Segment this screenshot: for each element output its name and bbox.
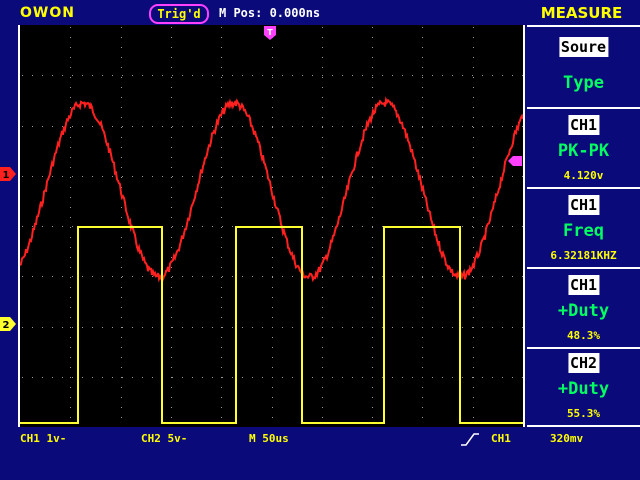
ch2-waveform: [20, 226, 523, 424]
trigger-marker-icon: T: [264, 26, 276, 40]
measurement-slot-4[interactable]: CH2 +Duty 55.3%: [527, 347, 640, 427]
measurement-1-name: PK-PK: [557, 141, 610, 161]
measure-menu-title: MEASURE: [540, 4, 623, 22]
trigger-level-readout: 320mv: [550, 432, 584, 445]
waveform-display: [18, 25, 525, 427]
ch1-waveform: [19, 96, 524, 283]
measure-panel: Soure Type CH1 PK-PK 4.120v CH1 Freq 6.3…: [523, 25, 640, 427]
trigger-level-marker: [508, 151, 522, 166]
measurement-3-value: 48.3%: [566, 329, 601, 342]
measurement-slot-1[interactable]: CH1 PK-PK 4.120v: [527, 107, 640, 187]
measurement-slot-3[interactable]: CH1 +Duty 48.3%: [527, 267, 640, 347]
measurement-4-channel: CH2: [567, 353, 600, 373]
measurement-3-name: +Duty: [557, 301, 610, 321]
measurement-1-channel: CH1: [567, 115, 600, 135]
measurement-2-value: 6.32181KHZ: [550, 249, 617, 262]
source-type-box[interactable]: Soure Type: [527, 25, 640, 107]
timebase-readout: M 50us: [249, 432, 289, 445]
measurement-4-name: +Duty: [557, 379, 610, 399]
trigger-marker-label: T: [267, 28, 273, 37]
measurement-4-value: 55.3%: [566, 407, 601, 420]
graticule-grid: [22, 27, 523, 418]
ch1-scale-readout: CH1 1v-: [20, 432, 67, 445]
trigger-status-badge: Trig'd: [149, 4, 209, 24]
m-pos-readout: M Pos: 0.000ns: [219, 6, 321, 20]
measurement-2-name: Freq: [563, 221, 604, 241]
source-button[interactable]: Soure: [558, 37, 609, 57]
measurement-1-value: 4.120v: [563, 169, 604, 182]
brand-logo: OWON: [20, 5, 75, 21]
measurement-2-channel: CH1: [567, 195, 600, 215]
ch2-level-marker[interactable]: 2: [0, 316, 16, 331]
ch1-marker-icon: 1: [0, 167, 16, 181]
ch1-level-marker[interactable]: 1: [0, 166, 16, 181]
type-label: Type: [563, 73, 604, 93]
ch2-scale-readout: CH2 5v-: [141, 432, 188, 445]
trigger-position-marker: T: [264, 25, 276, 40]
measurement-3-channel: CH1: [567, 275, 600, 295]
measurement-slot-2[interactable]: CH1 Freq 6.32181KHZ: [527, 187, 640, 267]
ch2-marker-label: 2: [3, 320, 10, 331]
waveform-svg: [19, 27, 524, 424]
ch2-marker-icon: 2: [0, 317, 16, 331]
rising-edge-icon: [460, 431, 480, 446]
trigger-level-icon: [508, 156, 522, 166]
ch1-marker-label: 1: [3, 170, 10, 181]
rising-edge-svg: [461, 433, 479, 446]
trigger-source-readout: CH1: [491, 432, 511, 445]
